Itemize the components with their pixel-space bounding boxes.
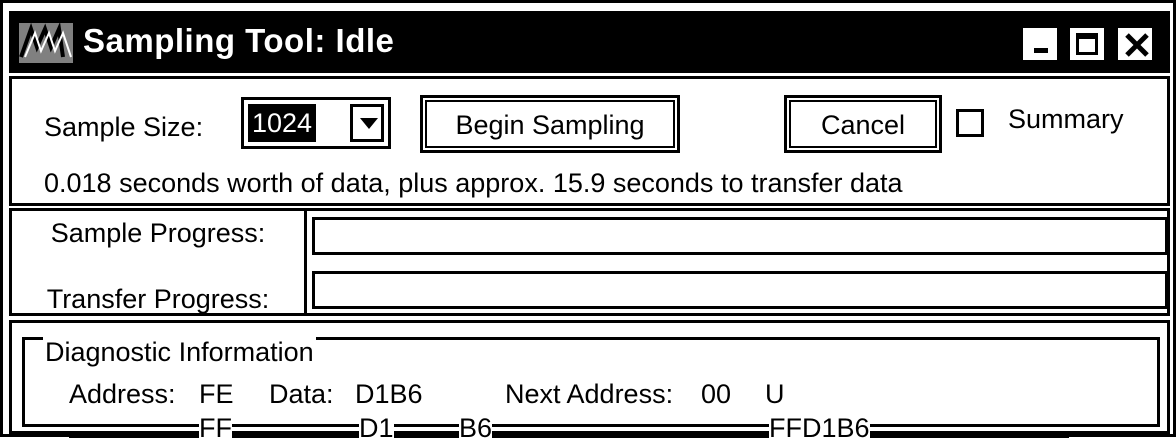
address-value: FE	[199, 379, 234, 409]
next-address-value: 00	[701, 379, 732, 409]
maximize-button[interactable]	[1067, 25, 1107, 63]
u-value: U	[765, 379, 785, 409]
maximize-icon	[1076, 33, 1098, 55]
row-2-value-2: D1	[359, 412, 394, 444]
diagnostic-row-2: FF D1 B6 FFD1B6	[69, 412, 1069, 444]
data-label: Data:	[269, 379, 334, 409]
chevron-down-icon	[360, 118, 378, 129]
minimize-button[interactable]	[1020, 25, 1060, 63]
diagnostics-panel: Diagnostic Information Address: FE Data:…	[9, 320, 1170, 444]
next-address-label: Next Address:	[505, 379, 674, 409]
data-value: D1B6	[355, 379, 423, 409]
progress-divider	[304, 211, 307, 313]
app-logo-icon	[19, 21, 73, 63]
sample-size-value: 1024	[248, 104, 317, 142]
diagnostic-group-title: Diagnostic Information	[43, 336, 316, 368]
sampling-info-text: 0.018 seconds worth of data, plus approx…	[44, 168, 903, 198]
sample-size-select[interactable]: 1024	[241, 97, 391, 149]
address-label: Address:	[69, 379, 176, 409]
close-icon	[1125, 33, 1149, 57]
row-2-value-1: FF	[199, 412, 232, 444]
minimize-icon	[1034, 48, 1048, 53]
progress-panel: Sample Progress: Transfer Progress:	[9, 208, 1170, 316]
title-bar[interactable]: Sampling Tool: Idle	[9, 11, 1170, 73]
diagnostic-group: Diagnostic Information Address: FE Data:…	[22, 336, 1160, 444]
window-title: Sampling Tool: Idle	[83, 22, 395, 59]
row-2-value-4: FFD1B6	[769, 412, 870, 444]
close-button[interactable]	[1115, 25, 1155, 63]
cancel-button[interactable]: Cancel	[784, 95, 942, 153]
sampling-tool-window: Sampling Tool: Idle Sample Size: 1024 Be…	[0, 0, 1176, 444]
summary-label: Summary	[1008, 104, 1124, 134]
sampling-controls-panel: Sample Size: 1024 Begin Sampling Cancel …	[9, 76, 1170, 206]
sample-progress-label: Sample Progress:	[50, 218, 266, 248]
transfer-progress-bar	[312, 271, 1168, 309]
sample-progress-bar	[312, 217, 1168, 255]
sample-size-label: Sample Size:	[44, 112, 204, 142]
begin-sampling-button[interactable]: Begin Sampling	[420, 95, 680, 153]
row-2-value-3: B6	[459, 412, 493, 444]
sample-size-dropdown-button[interactable]	[350, 104, 384, 142]
summary-checkbox[interactable]	[956, 109, 984, 137]
transfer-progress-label: Transfer Progress:	[46, 284, 270, 314]
